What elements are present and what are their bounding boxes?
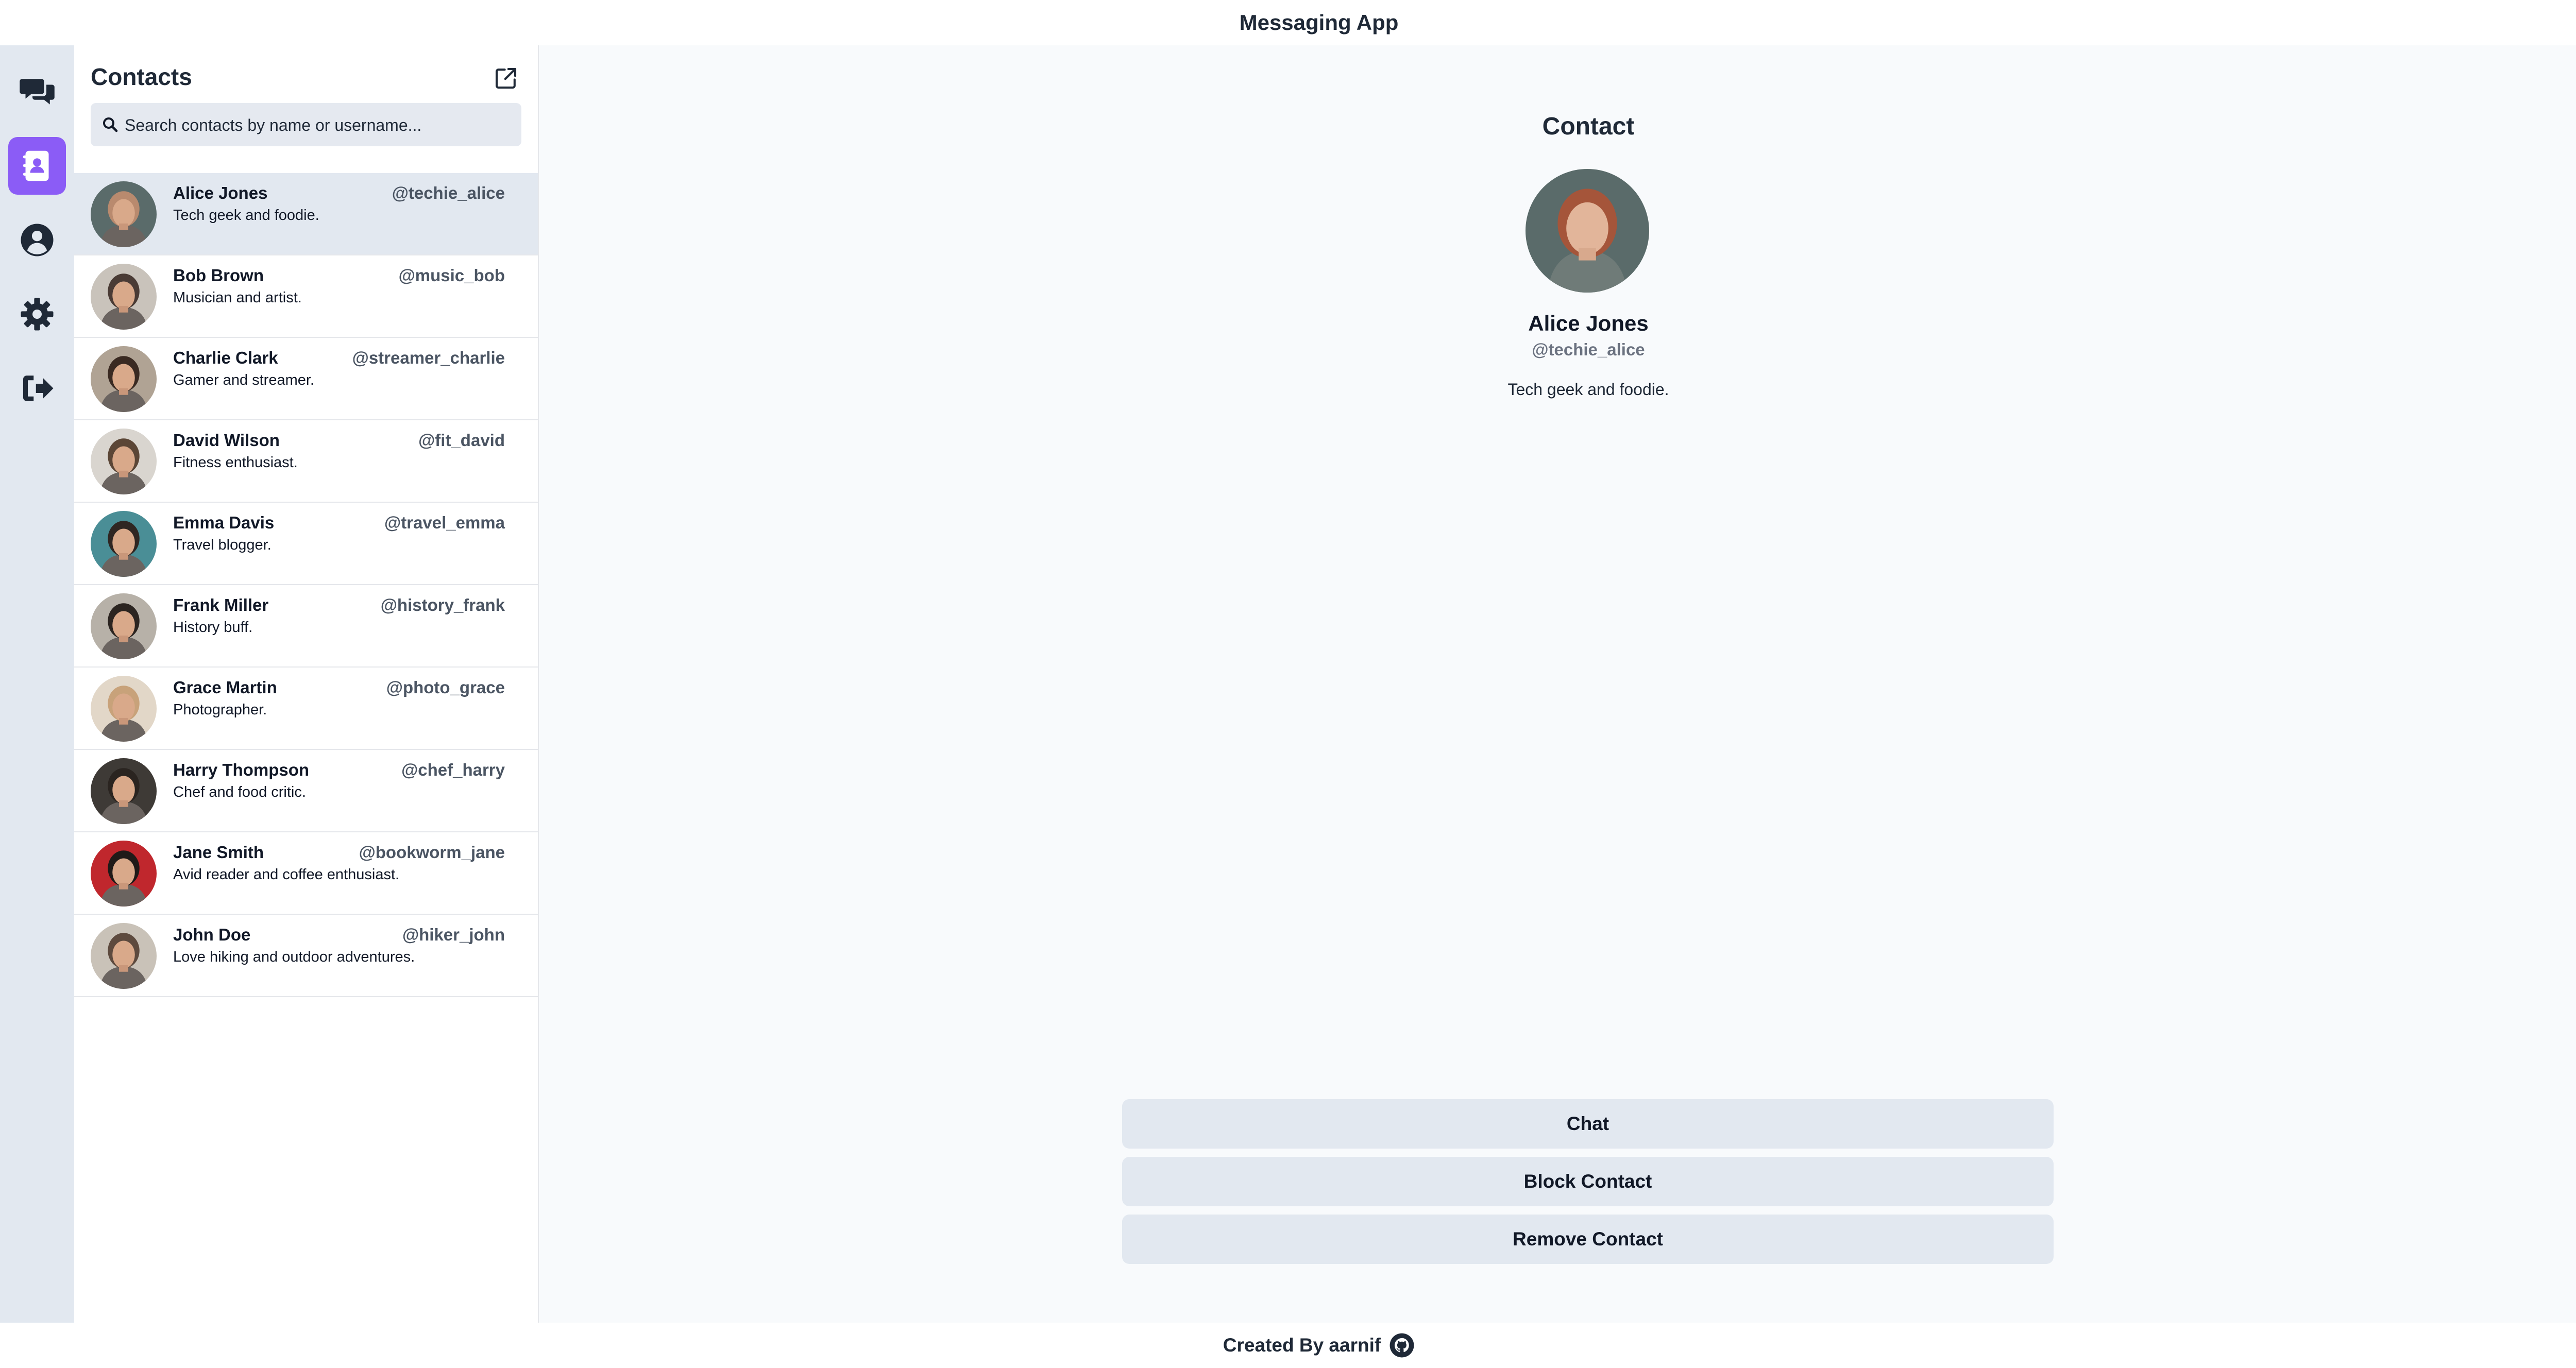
contact-username: @fit_david (418, 431, 505, 450)
contact-avatar (91, 841, 157, 907)
chats-icon (20, 79, 55, 105)
nav-profile-button[interactable] (8, 211, 66, 269)
contact-name: Grace Martin (173, 678, 277, 697)
contact-avatar (91, 758, 157, 824)
contact-bio: Chef and food critic. (173, 784, 306, 800)
contact-detail: Contact Alice Jones @techie_alice Tech g… (539, 45, 2576, 1323)
contact-name: Emma Davis (173, 513, 275, 532)
external-link-icon (495, 67, 517, 89)
new-contact-button[interactable] (492, 64, 520, 93)
contact-row[interactable]: Bob Brown @music_bob Musician and artist. (74, 255, 538, 338)
contact-row[interactable]: Harry Thompson @chef_harry Chef and food c… (74, 750, 538, 832)
contact-row[interactable]: Grace Martin @photo_grace Photographer. (74, 668, 538, 750)
contact-avatar (91, 264, 157, 330)
contact-row[interactable]: Emma Davis @travel_emma Travel blogger. (74, 503, 538, 585)
user-circle-icon (21, 224, 54, 256)
contact-avatar (91, 429, 157, 494)
contact-username: @techie_alice (392, 183, 505, 202)
contact-name: Harry Thompson (173, 760, 310, 779)
contact-username: @history_frank (380, 595, 505, 614)
contact-username: @photo_grace (386, 678, 505, 697)
sidebar-title: Contacts (91, 63, 192, 90)
chat-button[interactable]: Chat (1122, 1099, 2054, 1149)
github-icon[interactable] (1389, 1332, 1415, 1358)
contact-bio: Avid reader and coffee enthusiast. (173, 866, 400, 883)
gear-icon (21, 298, 54, 331)
contact-row[interactable]: Jane Smith @bookworm_jane Avid reader and … (74, 832, 538, 915)
sign-out-icon (23, 375, 54, 401)
detail-heading: Contact (1542, 113, 1635, 140)
contact-avatar (91, 511, 157, 577)
contact-name: Charlie Clark (173, 348, 278, 367)
nav-contacts-button[interactable] (8, 137, 66, 195)
contact-name: Bob Brown (173, 266, 264, 285)
contact-row[interactable]: Frank Miller @history_frank History buff. (74, 585, 538, 668)
contact-username: @music_bob (398, 266, 505, 285)
contact-bio: Photographer. (173, 702, 267, 718)
nav-logout-button[interactable] (8, 360, 66, 417)
contact-bio: History buff. (173, 619, 253, 636)
contact-bio: Gamer and streamer. (173, 372, 314, 388)
nav-chats-button[interactable] (8, 63, 66, 121)
contact-avatar (91, 593, 157, 659)
contacts-book-icon (23, 150, 49, 181)
contact-bio: Tech geek and foodie. (173, 207, 319, 224)
contact-username: @streamer_charlie (352, 348, 505, 367)
contact-name: David Wilson (173, 431, 280, 450)
contact-name: Jane Smith (173, 843, 264, 862)
search-input[interactable] (124, 103, 507, 147)
contact-bio: Travel blogger. (173, 537, 272, 553)
contact-username: @bookworm_jane (359, 843, 505, 862)
contact-username: @travel_emma (384, 513, 505, 532)
search-icon (103, 117, 118, 132)
contact-row[interactable]: Alice Jones @techie_alice Tech geek and fo… (74, 173, 538, 255)
contact-row[interactable]: David Wilson @fit_david Fitness enthusiast… (74, 420, 538, 503)
nav-rail (0, 45, 74, 1323)
contact-bio: Fitness enthusiast. (173, 454, 298, 471)
contact-avatar (91, 181, 157, 247)
contact-row[interactable]: John Doe @hiker_john Love hiking and outdo… (74, 915, 538, 997)
contact-bio: Musician and artist. (173, 289, 302, 306)
contact-username: @hiker_john (402, 925, 505, 944)
contacts-sidebar: Contacts Alice Jones @techie_alice Tech ge… (74, 45, 539, 1323)
detail-name: Alice Jones (1528, 311, 1649, 335)
nav-settings-button[interactable] (8, 285, 66, 343)
footer: Created By aarnif (0, 1323, 2576, 1368)
contact-row[interactable]: Charlie Clark @streamer_charlie Gamer and … (74, 338, 538, 420)
contact-avatar (91, 923, 157, 989)
contact-username: @chef_harry (401, 760, 505, 779)
app-title: Messaging App (1239, 10, 1399, 35)
contact-avatar (91, 676, 157, 742)
contact-bio: Love hiking and outdoor adventures. (173, 949, 415, 965)
detail-username: @techie_alice (1532, 340, 1645, 359)
contact-name: Alice Jones (173, 183, 268, 202)
contact-name: John Doe (173, 925, 251, 944)
contact-list: Alice Jones @techie_alice Tech geek and fo… (74, 173, 538, 997)
footer-credit: Created By aarnif (1223, 1335, 1381, 1356)
block-contact-button[interactable]: Block Contact (1122, 1157, 2054, 1206)
remove-contact-button[interactable]: Remove Contact (1122, 1215, 2054, 1264)
search-box (91, 103, 521, 147)
detail-bio: Tech geek and foodie. (1507, 380, 1669, 399)
contact-name: Frank Miller (173, 595, 269, 614)
contact-avatar (91, 346, 157, 412)
detail-avatar (1526, 169, 1649, 293)
